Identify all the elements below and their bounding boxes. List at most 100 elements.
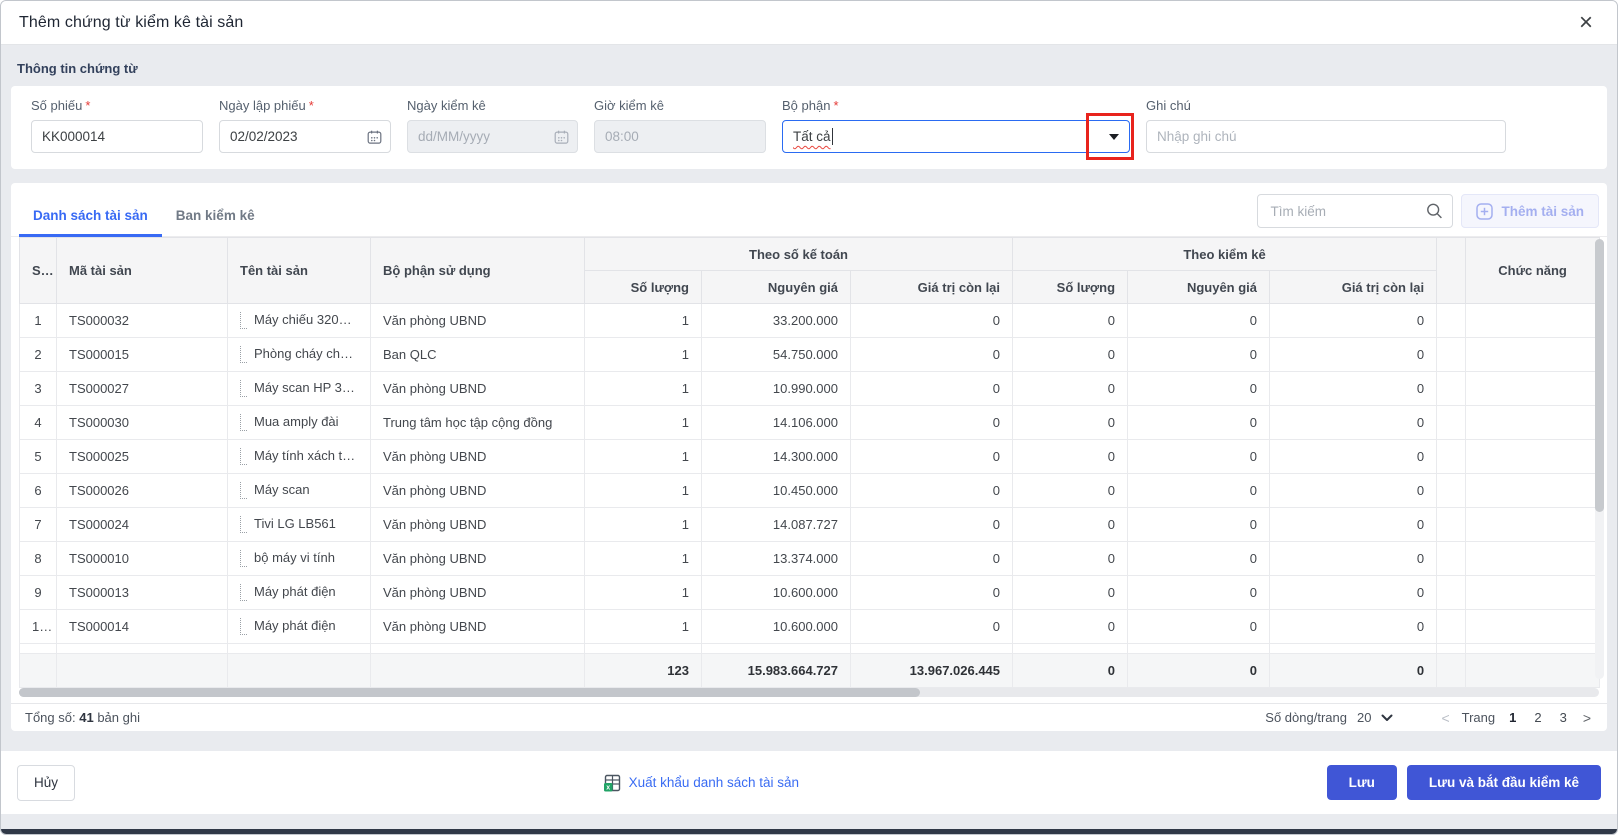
drag-marker-icon xyxy=(240,584,247,601)
drag-marker-icon xyxy=(240,448,247,465)
cell-kk-so-luong: 0 xyxy=(1013,508,1128,542)
cell-kt-so-luong: 1 xyxy=(585,508,702,542)
text-cursor xyxy=(832,128,833,145)
export-assets-link[interactable]: x Xuất khẩu danh sách tài sản xyxy=(75,774,1327,792)
header-stt: STT xyxy=(20,238,57,304)
modal-action-bar: Hủy x Xuất khẩu danh sách tài sản Lưu Lư… xyxy=(1,751,1617,814)
cell-kt-gia-tri-con-lai: 0 xyxy=(851,576,1013,610)
cell-ten-tai-san: Máy scan xyxy=(228,474,371,508)
save-button[interactable]: Lưu xyxy=(1327,765,1397,800)
tab-danh-sach-tai-san[interactable]: Danh sách tài sản xyxy=(19,208,162,236)
cell-stt: 1 xyxy=(20,304,57,338)
cell-kk-nguyen-gia: 0 xyxy=(1128,338,1270,372)
field-label: Ngày lập phiếu xyxy=(219,98,306,113)
search-input[interactable] xyxy=(1257,194,1453,228)
cancel-button[interactable]: Hủy xyxy=(17,765,75,801)
cell-kt-gia-tri-con-lai: 0 xyxy=(851,338,1013,372)
page-label: Trang xyxy=(1462,710,1495,725)
rows-per-page-select[interactable]: Số dòng/trang 20 xyxy=(1265,710,1393,725)
field-bo-phan: Bộ phận* Tất cả xyxy=(782,98,1130,153)
cell-spacer xyxy=(1437,304,1466,338)
next-page-button[interactable]: > xyxy=(1581,710,1593,726)
cell-kk-gia-tri-con-lai: 0 xyxy=(1270,610,1437,644)
so-phieu-input[interactable] xyxy=(31,120,203,153)
cell-kk-gia-tri-con-lai: 0 xyxy=(1270,440,1437,474)
dropdown-arrow-icon[interactable] xyxy=(1109,121,1119,152)
cell-kt-so-luong: 1 xyxy=(585,440,702,474)
cell-stt: 4 xyxy=(20,406,57,440)
ngay-kiem-ke-input xyxy=(407,120,578,153)
calendar-icon[interactable] xyxy=(367,129,382,144)
drag-marker-icon xyxy=(240,618,247,635)
cell-kt-so-luong: 1 xyxy=(585,338,702,372)
cell-chuc-nang xyxy=(1466,338,1600,372)
cell-kt-nguyen-gia: 10.450.000 xyxy=(702,474,851,508)
modal-body: Thông tin chứng từ Số phiếu* Ngày lập ph… xyxy=(1,45,1617,829)
cell-spacer xyxy=(1437,508,1466,542)
vertical-scrollbar-thumb[interactable] xyxy=(1595,239,1604,512)
cell-bo-phan-su-dung: Văn phòng UBND xyxy=(371,372,585,406)
header-bo-phan-su-dung: Bộ phận sử dụng xyxy=(371,238,585,304)
cell-spacer xyxy=(1437,406,1466,440)
gio-kiem-ke-input xyxy=(594,120,766,153)
cell-bo-phan-su-dung: Văn phòng UBND xyxy=(371,542,585,576)
asset-table-wrap: STT Mã tài sản Tên tài sản Bộ phận sử dụ… xyxy=(19,237,1599,688)
search-box xyxy=(1257,194,1453,228)
table-row[interactable]: 8TS000010bộ máy vi tínhVăn phòng UBND113… xyxy=(20,542,1600,576)
close-icon[interactable]: × xyxy=(1573,9,1599,37)
vertical-scrollbar[interactable] xyxy=(1595,239,1604,679)
rows-per-page-value: 20 xyxy=(1357,710,1371,725)
field-label: Ghi chú xyxy=(1146,98,1506,113)
table-row[interactable]: 5TS000025Máy tính xách tay ...Văn phòng … xyxy=(20,440,1600,474)
cell-kk-so-luong: 0 xyxy=(1013,542,1128,576)
table-row[interactable]: 10TS000014Máy phát điệnVăn phòng UBND110… xyxy=(20,610,1600,644)
header-kt-so-luong: Số lượng xyxy=(585,271,702,304)
bo-phan-combobox[interactable]: Tất cả xyxy=(782,120,1130,153)
cell-stt: 10 xyxy=(20,610,57,644)
table-row[interactable]: 6TS000026Máy scanVăn phòng UBND110.450.0… xyxy=(20,474,1600,508)
cell-kt-nguyen-gia: 33.200.000 xyxy=(702,304,851,338)
save-and-start-button[interactable]: Lưu và bắt đầu kiểm kê xyxy=(1407,765,1601,800)
page-1-button[interactable]: 1 xyxy=(1505,710,1520,725)
ngay-lap-phieu-input[interactable] xyxy=(219,120,391,153)
table-row[interactable]: 2TS000015Phòng cháy chữa c...Ban QLC154.… xyxy=(20,338,1600,372)
cell-ten-tai-san: Phòng cháy chữa c... xyxy=(228,338,371,372)
cell-spacer xyxy=(1437,576,1466,610)
search-icon[interactable] xyxy=(1426,203,1443,220)
cell-kt-nguyen-gia: 14.300.000 xyxy=(702,440,851,474)
cell-ten-tai-san: Máy phát điện xyxy=(228,576,371,610)
cell-ma-tai-san: TS000014 xyxy=(57,610,228,644)
cell-bo-phan-su-dung: Văn phòng UBND xyxy=(371,508,585,542)
table-row[interactable]: 1TS000032Máy chiếu 3200 An...Văn phòng U… xyxy=(20,304,1600,338)
ghi-chu-input[interactable] xyxy=(1146,120,1506,153)
cell-kt-so-luong: 1 xyxy=(585,542,702,576)
header-kt-gia-tri-con-lai: Giá trị còn lại xyxy=(851,271,1013,304)
horizontal-scrollbar[interactable] xyxy=(19,688,1599,697)
header-group-theo-kiem-ke: Theo kiểm kê xyxy=(1013,238,1437,271)
cell-kt-gia-tri-con-lai: 0 xyxy=(851,610,1013,644)
cell-stt: 8 xyxy=(20,542,57,576)
table-row[interactable]: 9TS000013Máy phát điệnVăn phòng UBND110.… xyxy=(20,576,1600,610)
prev-page-button[interactable]: < xyxy=(1439,710,1451,726)
cell-kk-nguyen-gia: 0 xyxy=(1128,304,1270,338)
bo-phan-value: Tất cả xyxy=(793,129,831,144)
table-row[interactable]: 7TS000024Tivi LG LB561Văn phòng UBND114.… xyxy=(20,508,1600,542)
spacer-row xyxy=(20,644,1600,654)
excel-icon: x xyxy=(603,774,621,792)
cell-kt-nguyen-gia: 14.087.727 xyxy=(702,508,851,542)
cell-ten-tai-san: bộ máy vi tính xyxy=(228,542,371,576)
cell-kk-nguyen-gia: 0 xyxy=(1128,508,1270,542)
add-asset-button[interactable]: Thêm tài sản xyxy=(1461,194,1599,228)
header-spacer xyxy=(1437,238,1466,304)
cell-kk-nguyen-gia: 0 xyxy=(1128,542,1270,576)
cell-ten-tai-san: Máy scan HP 3000... xyxy=(228,372,371,406)
tab-ban-kiem-ke[interactable]: Ban kiểm kê xyxy=(162,208,269,236)
table-footer: Tổng số: 41 bản ghi Số dòng/trang 20 < T… xyxy=(11,703,1607,731)
table-header: STT Mã tài sản Tên tài sản Bộ phận sử dụ… xyxy=(20,238,1600,304)
horizontal-scrollbar-thumb[interactable] xyxy=(19,688,920,697)
table-row[interactable]: 3TS000027Máy scan HP 3000...Văn phòng UB… xyxy=(20,372,1600,406)
cell-spacer xyxy=(1437,338,1466,372)
page-2-button[interactable]: 2 xyxy=(1530,710,1545,725)
table-row[interactable]: 4TS000030Mua amply đàiTrung tâm học tập … xyxy=(20,406,1600,440)
page-3-button[interactable]: 3 xyxy=(1556,710,1571,725)
